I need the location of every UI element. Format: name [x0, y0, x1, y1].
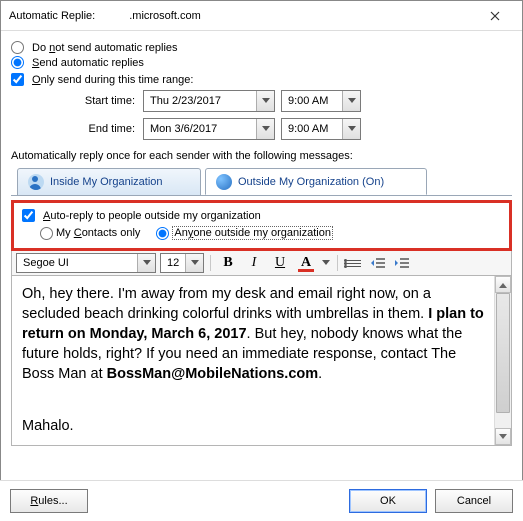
my-contacts-label: My Contacts only [56, 227, 140, 239]
auto-reply-check-row[interactable]: Auto-reply to people outside my organiza… [22, 209, 501, 222]
send-label: Send automatic replies [32, 57, 144, 69]
my-contacts-radio-row[interactable]: My Contacts only [40, 227, 140, 240]
editor-area: Oh, hey there. I'm away from my desk and… [11, 276, 512, 446]
font-family-value: Segoe UI [17, 257, 137, 269]
scroll-down-button[interactable] [495, 428, 511, 445]
my-contacts-radio[interactable] [40, 227, 53, 240]
font-size-combo[interactable]: 12 [160, 253, 204, 273]
bold-button[interactable]: B [217, 253, 239, 273]
end-time-label: End time: [57, 123, 137, 135]
end-date-combo[interactable]: Mon 3/6/2017 [143, 118, 275, 140]
chevron-down-icon[interactable] [256, 91, 274, 111]
font-color-dropdown[interactable] [321, 260, 331, 266]
start-time-value: 9:00 AM [282, 95, 342, 107]
editor-paragraph [22, 390, 484, 410]
end-date-value: Mon 3/6/2017 [144, 123, 256, 135]
window-title-right: .microsoft.com [129, 10, 201, 22]
anyone-radio[interactable] [156, 227, 169, 240]
chevron-down-icon[interactable] [137, 254, 155, 272]
auto-reply-checkbox[interactable] [22, 209, 35, 222]
auto-reply-label: Auto-reply to people outside my organiza… [43, 210, 261, 222]
font-family-combo[interactable]: Segoe UI [16, 253, 156, 273]
time-range-check-row[interactable]: Only send during this time range: [11, 73, 512, 86]
tab-outside[interactable]: Outside My Organization (On) [205, 168, 427, 195]
anyone-label: Anyone outside my organization [172, 226, 333, 240]
tab-outside-label: Outside My Organization (On) [238, 176, 384, 188]
editor-paragraph: Oh, hey there. I'm away from my desk and… [22, 284, 484, 384]
end-time-combo[interactable]: 9:00 AM [281, 118, 361, 140]
decrease-indent-button[interactable] [368, 253, 388, 273]
dont-send-radio-row[interactable]: Do not send automatic replies [11, 41, 512, 54]
time-range-label: Only send during this time range: [32, 74, 193, 86]
dont-send-label: Do not send automatic replies [32, 42, 178, 54]
globe-icon [216, 174, 232, 190]
format-toolbar: Segoe UI 12 B I U A [11, 251, 512, 276]
send-radio[interactable] [11, 56, 24, 69]
chevron-down-icon[interactable] [342, 91, 360, 111]
window-title-left: Automatic Replie: [9, 10, 95, 22]
start-date-combo[interactable]: Thu 2/23/2017 [143, 90, 275, 112]
dont-send-radio[interactable] [11, 41, 24, 54]
font-color-button[interactable]: A [295, 253, 317, 273]
scroll-track[interactable] [495, 293, 511, 428]
reply-message-label: Automatically reply once for each sender… [11, 150, 512, 162]
editor-paragraph [22, 442, 484, 445]
bullet-list-button[interactable] [344, 253, 364, 273]
ok-button[interactable]: OK [349, 489, 427, 513]
person-icon [28, 174, 44, 190]
start-date-value: Thu 2/23/2017 [144, 95, 256, 107]
send-radio-row[interactable]: Send automatic replies [11, 56, 512, 69]
start-time-combo[interactable]: 9:00 AM [281, 90, 361, 112]
tabs: Inside My Organization Outside My Organi… [11, 168, 512, 196]
chevron-down-icon[interactable] [342, 119, 360, 139]
close-icon [490, 11, 500, 21]
outside-options-highlight: Auto-reply to people outside my organiza… [11, 200, 512, 251]
titlebar: Automatic Replie: .microsoft.com [1, 1, 522, 31]
message-editor[interactable]: Oh, hey there. I'm away from my desk and… [12, 276, 494, 445]
separator [210, 255, 211, 271]
increase-indent-button[interactable] [392, 253, 412, 273]
scroll-up-button[interactable] [495, 276, 511, 293]
underline-button[interactable]: U [269, 253, 291, 273]
font-size-value: 12 [161, 257, 185, 269]
end-time-value: 9:00 AM [282, 123, 342, 135]
chevron-down-icon[interactable] [256, 119, 274, 139]
italic-button[interactable]: I [243, 253, 265, 273]
time-range-checkbox[interactable] [11, 73, 24, 86]
anyone-radio-row[interactable]: Anyone outside my organization [156, 226, 333, 240]
scrollbar[interactable] [494, 276, 511, 445]
cancel-button[interactable]: Cancel [435, 489, 513, 513]
tab-inside[interactable]: Inside My Organization [17, 168, 201, 195]
scroll-thumb[interactable] [496, 293, 510, 413]
chevron-down-icon[interactable] [185, 254, 203, 272]
close-button[interactable] [472, 2, 518, 30]
tab-inside-label: Inside My Organization [50, 176, 163, 188]
start-time-label: Start time: [57, 95, 137, 107]
separator [337, 255, 338, 271]
dialog-footer: Rules... OK Cancel [0, 480, 523, 521]
rules-button[interactable]: Rules... [10, 489, 88, 513]
editor-paragraph: Mahalo. [22, 416, 484, 436]
